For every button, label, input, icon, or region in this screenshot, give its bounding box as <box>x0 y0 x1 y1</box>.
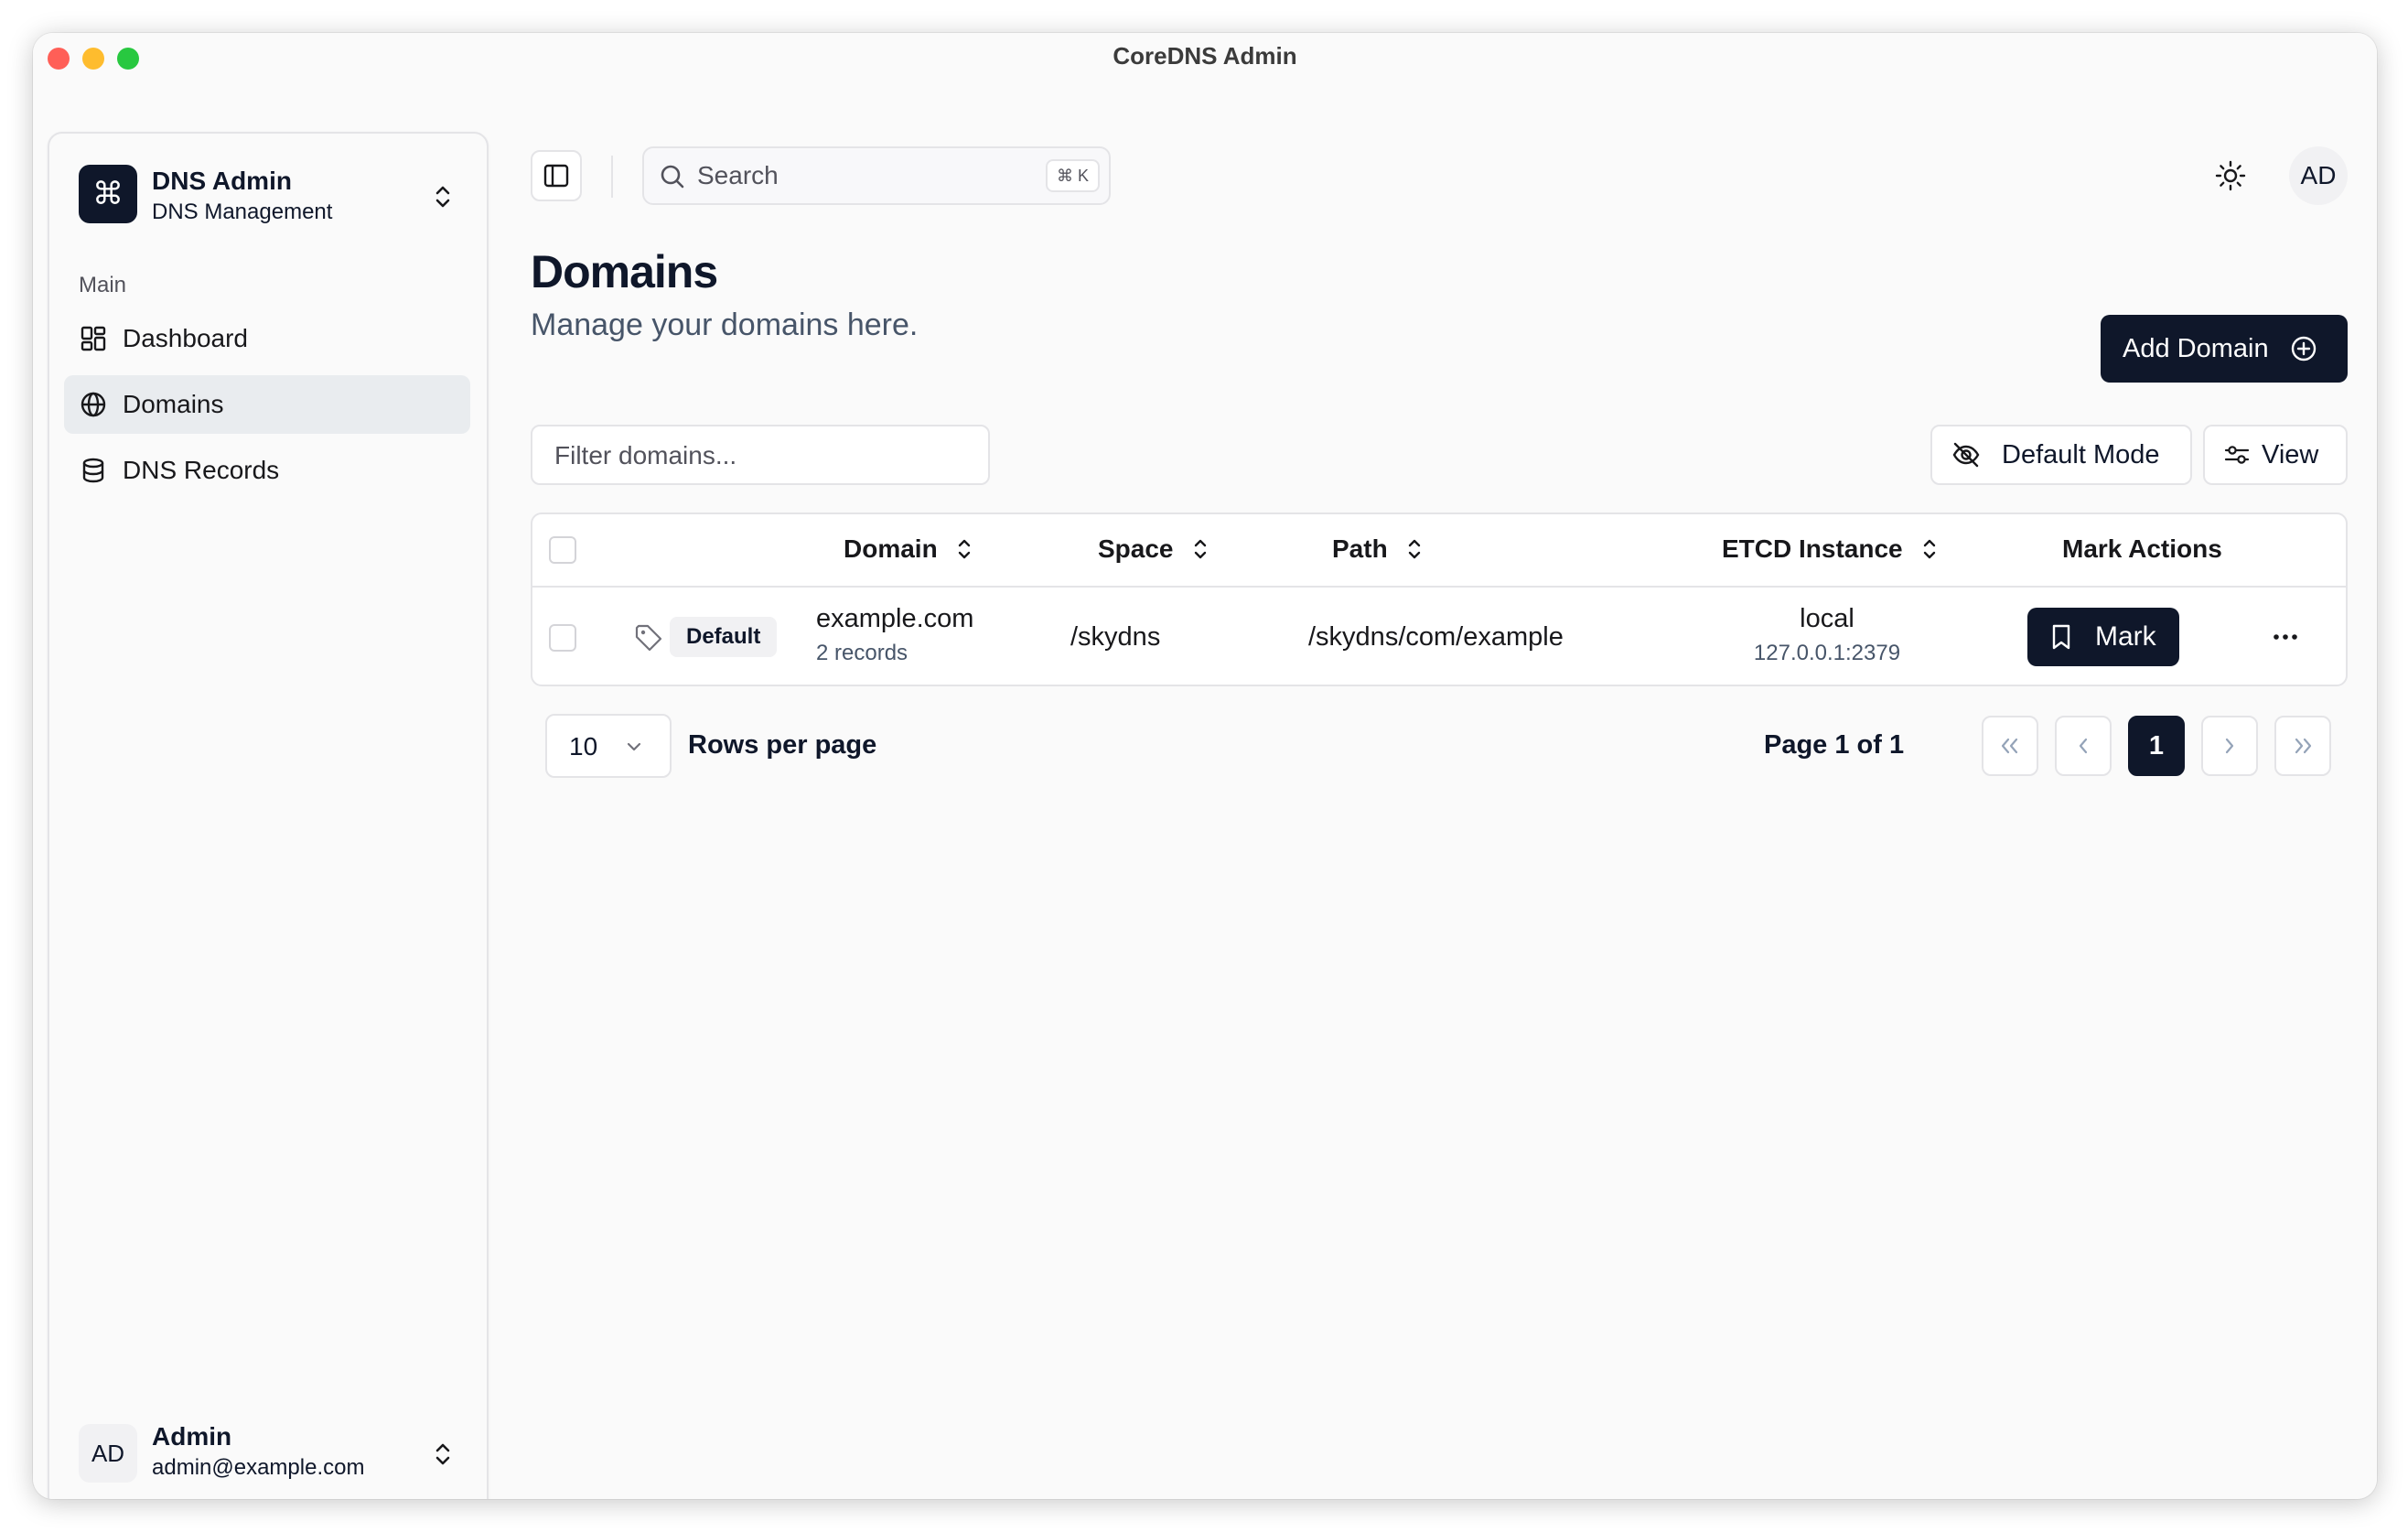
sidebar-item-label: DNS Records <box>123 456 280 484</box>
filter-domains-input[interactable]: Filter domains... <box>531 425 990 485</box>
sort-icon <box>1408 539 1420 559</box>
app-content: ⌘ DNS Admin DNS Management Main Dashboar… <box>33 84 2377 1499</box>
last-page-button[interactable] <box>2274 716 2331 776</box>
table-header: Domain Space Path ETCD Instance Mark Act… <box>532 514 2346 588</box>
column-header-mark-actions: Mark Actions <box>2062 534 2222 564</box>
brand-name: DNS Admin <box>152 167 292 195</box>
search-icon <box>661 165 684 189</box>
table-row: Default example.com 2 records /skydns /s… <box>532 589 2346 685</box>
command-logo-icon: ⌘ <box>79 165 137 223</box>
search-shortcut: ⌘ K <box>1045 159 1100 192</box>
sidebar-item-label: Dashboard <box>123 324 248 352</box>
select-all-checkbox[interactable] <box>549 536 576 564</box>
column-header-domain[interactable]: Domain <box>844 534 974 564</box>
chevrons-right-icon <box>2295 738 2312 754</box>
mark-button[interactable]: Mark <box>2027 608 2179 666</box>
chevrons-left-icon <box>2001 738 2018 754</box>
user-menu[interactable]: AD Admin admin@example.com <box>79 1419 463 1488</box>
tag-icon <box>635 624 662 652</box>
rows-per-page-label: Rows per page <box>688 730 877 760</box>
mark-label: Mark <box>2095 621 2156 652</box>
sidebar-item-dns-records[interactable]: DNS Records <box>64 441 470 500</box>
next-page-button[interactable] <box>2201 716 2258 776</box>
page-subtitle: Manage your domains here. <box>531 307 919 342</box>
window-title: CoreDNS Admin <box>1113 42 1297 70</box>
sidebar-item-dashboard[interactable]: Dashboard <box>64 309 470 368</box>
add-domain-label: Add Domain <box>2123 333 2269 363</box>
bookmark-icon <box>2052 624 2070 650</box>
page-info: Page 1 of 1 <box>1764 730 1905 760</box>
sort-icon <box>1194 539 1206 559</box>
user-email: admin@example.com <box>152 1455 365 1480</box>
column-label: Domain <box>844 534 938 563</box>
plus-circle-icon <box>2291 336 2316 361</box>
panel-left-icon <box>543 164 569 188</box>
column-label: Space <box>1098 534 1174 563</box>
column-header-path[interactable]: Path <box>1332 534 1424 564</box>
chevrons-up-down-icon <box>435 186 450 208</box>
rows-per-page-select[interactable]: 10 <box>545 714 672 778</box>
dashboard-icon <box>81 326 106 351</box>
sort-icon <box>958 539 970 559</box>
domain-record-count: 2 records <box>816 641 908 665</box>
chevron-down-icon <box>627 742 641 751</box>
team-switcher[interactable]: ⌘ DNS Admin DNS Management <box>79 161 463 231</box>
row-select-checkbox[interactable] <box>549 624 576 652</box>
sun-icon <box>2215 160 2246 191</box>
header-avatar[interactable]: AD <box>2289 146 2348 205</box>
previous-page-button[interactable] <box>2055 716 2112 776</box>
domain-space: /skydns <box>1070 622 1161 652</box>
column-label: Path <box>1332 534 1388 563</box>
database-icon <box>82 458 104 483</box>
column-label: ETCD Instance <box>1722 534 1903 563</box>
column-label: Mark Actions <box>2062 534 2222 563</box>
chevron-left-icon <box>2079 738 2088 754</box>
sidebar-item-label: Domains <box>123 390 224 418</box>
eye-off-icon <box>1952 442 1980 468</box>
default-tag-badge: Default <box>670 617 778 657</box>
sidebar-section-label: Main <box>79 273 127 297</box>
rows-per-page-value: 10 <box>569 732 598 761</box>
sliders-icon <box>2224 446 2250 464</box>
first-page-button[interactable] <box>1982 716 2038 776</box>
column-header-etcd-instance[interactable]: ETCD Instance <box>1722 534 1940 564</box>
domain-name: example.com <box>816 604 974 633</box>
sidebar-toggle-button[interactable] <box>531 150 582 201</box>
chevron-right-icon <box>2225 738 2234 754</box>
avatar: AD <box>79 1424 137 1483</box>
page-button-current[interactable]: 1 <box>2128 716 2185 776</box>
globe-icon <box>81 392 106 417</box>
view-label: View <box>2262 439 2319 469</box>
domain-path: /skydns/com/example <box>1308 622 1564 652</box>
app-window: CoreDNS Admin ⌘ DNS Admin DNS Management… <box>33 33 2377 1499</box>
view-options-button[interactable]: View <box>2203 425 2348 485</box>
brand-subtitle: DNS Management <box>152 200 333 224</box>
search-button[interactable]: Search ⌘ K <box>642 146 1111 205</box>
more-actions-icon[interactable] <box>2267 626 2304 648</box>
default-mode-button[interactable]: Default Mode <box>1930 425 2192 485</box>
etcd-instance-address: 127.0.0.1:2379 <box>1753 641 1901 665</box>
etcd-instance-name: local <box>1800 604 1854 633</box>
sidebar-item-domains[interactable]: Domains <box>64 375 470 434</box>
theme-toggle-button[interactable] <box>2205 150 2256 201</box>
default-mode-label: Default Mode <box>2002 439 2160 469</box>
header-divider <box>611 156 613 198</box>
add-domain-button[interactable]: Add Domain <box>2101 315 2348 383</box>
user-name: Admin <box>152 1422 232 1451</box>
sort-icon <box>1923 539 1935 559</box>
column-header-space[interactable]: Space <box>1098 534 1210 564</box>
chevrons-up-down-icon <box>435 1443 450 1465</box>
search-label: Search <box>697 161 779 189</box>
title-bar: CoreDNS Admin <box>33 33 2377 84</box>
sidebar: ⌘ DNS Admin DNS Management Main Dashboar… <box>48 132 489 1499</box>
domains-table: Domain Space Path ETCD Instance Mark Act… <box>531 512 2348 686</box>
page-title: Domains <box>531 246 718 297</box>
